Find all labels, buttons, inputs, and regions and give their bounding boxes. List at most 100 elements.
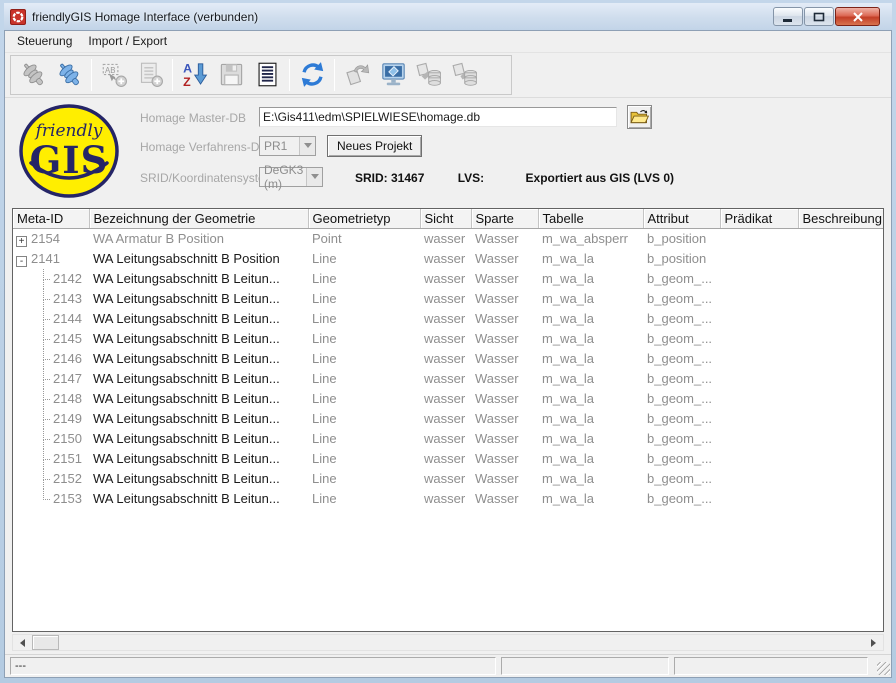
resize-grip[interactable] xyxy=(877,662,890,675)
col-tabelle[interactable]: Tabelle xyxy=(538,209,643,229)
cell-praedikat xyxy=(720,489,798,509)
table-row[interactable]: 2151WA Leitungsabschnitt B Leitun...Line… xyxy=(13,449,884,469)
col-beschreibung[interactable]: Beschreibung xyxy=(798,209,884,229)
cell-praedikat xyxy=(720,449,798,469)
table-row[interactable]: 2148WA Leitungsabschnitt B Leitun...Line… xyxy=(13,389,884,409)
toolbar-group: AB AZ xyxy=(10,55,512,95)
menu-steuerung[interactable]: Steuerung xyxy=(9,31,80,51)
table-row[interactable]: 2143WA Leitungsabschnitt B Leitun...Line… xyxy=(13,289,884,309)
maximize-button[interactable] xyxy=(804,7,834,26)
cell-sparte: Wasser xyxy=(471,429,538,449)
close-button[interactable] xyxy=(835,7,880,26)
status-panel-2 xyxy=(501,657,669,675)
connection-panel: friendly GIS Homage Master-DB Homage Ver… xyxy=(5,98,891,208)
table-row[interactable]: 2147WA Leitungsabschnitt B Leitun...Line… xyxy=(13,369,884,389)
neues-projekt-button[interactable]: Neues Projekt xyxy=(327,135,422,157)
new-list-icon xyxy=(137,61,164,88)
export-db-button[interactable] xyxy=(447,58,483,92)
cell-tabelle: m_wa_la xyxy=(538,309,643,329)
table-row[interactable]: 2153WA Leitungsabschnitt B Leitun...Line… xyxy=(13,489,884,509)
table-row[interactable]: 2152WA Leitungsabschnitt B Leitun...Line… xyxy=(13,469,884,489)
table-row[interactable]: 2145WA Leitungsabschnitt B Leitun...Line… xyxy=(13,329,884,349)
new-selection-button[interactable]: AB xyxy=(96,58,132,92)
collapse-icon[interactable]: - xyxy=(16,256,27,267)
protocol-button[interactable] xyxy=(249,58,285,92)
table-row[interactable]: -2141WA Leitungsabschnitt B PositionLine… xyxy=(13,249,884,269)
cell-beschreibung xyxy=(798,469,884,489)
verfahrens-db-select[interactable]: PR1 xyxy=(259,136,316,156)
browse-db-button[interactable] xyxy=(627,105,652,129)
menu-import-export[interactable]: Import / Export xyxy=(80,31,175,51)
table-row[interactable]: 2146WA Leitungsabschnitt B Leitun...Line… xyxy=(13,349,884,369)
cell-beschreibung xyxy=(798,349,884,369)
table-row[interactable]: 2149WA Leitungsabschnitt B Leitun...Line… xyxy=(13,409,884,429)
combo-dropdown-button[interactable] xyxy=(306,168,322,186)
master-db-input[interactable] xyxy=(259,107,617,127)
logo-text-gis: GIS xyxy=(30,138,109,182)
cell-sparte: Wasser xyxy=(471,489,538,509)
disconnect-button[interactable] xyxy=(15,58,51,92)
cell-geometrietyp: Line xyxy=(308,449,420,469)
sort-az-button[interactable]: AZ xyxy=(177,58,213,92)
app-icon xyxy=(10,9,26,25)
cell-praedikat xyxy=(720,389,798,409)
col-sparte[interactable]: Sparte xyxy=(471,209,538,229)
export-sheet-button[interactable] xyxy=(339,58,375,92)
meta-id-value: 2151 xyxy=(53,451,82,466)
table-row[interactable]: 2150WA Leitungsabschnitt B Leitun...Line… xyxy=(13,429,884,449)
minimize-button[interactable] xyxy=(773,7,803,26)
col-attribut[interactable]: Attribut xyxy=(643,209,720,229)
cell-praedikat xyxy=(720,269,798,289)
export-db-icon xyxy=(452,61,479,88)
cell-attribut: b_geom_... xyxy=(643,449,720,469)
col-meta-id[interactable]: Meta-ID xyxy=(13,209,89,229)
connect-button[interactable] xyxy=(51,58,87,92)
refresh-button[interactable] xyxy=(294,58,330,92)
table-row[interactable]: +2154WA Armatur B PositionPointwasserWas… xyxy=(13,229,884,249)
table-row[interactable]: 2144WA Leitungsabschnitt B Leitun...Line… xyxy=(13,309,884,329)
cell-meta-id: 2152 xyxy=(13,469,89,489)
cell-meta-id: 2153 xyxy=(13,489,89,509)
new-list-button[interactable] xyxy=(132,58,168,92)
save-icon xyxy=(218,61,245,88)
scroll-right-button[interactable] xyxy=(866,635,883,650)
col-bezeichnung[interactable]: Bezeichnung der Geometrie xyxy=(89,209,308,229)
cell-beschreibung xyxy=(798,409,884,429)
col-praedikat[interactable]: Prädikat xyxy=(720,209,798,229)
import-db-button[interactable] xyxy=(411,58,447,92)
screen-view-icon xyxy=(380,61,407,88)
table-row[interactable]: 2142WA Leitungsabschnitt B Leitun...Line… xyxy=(13,269,884,289)
cell-geometrietyp: Point xyxy=(308,229,420,249)
cell-tabelle: m_wa_la xyxy=(538,349,643,369)
col-sicht[interactable]: Sicht xyxy=(420,209,471,229)
maximize-icon xyxy=(813,12,825,22)
screen-view-button[interactable] xyxy=(375,58,411,92)
cell-bezeichnung: WA Leitungsabschnitt B Leitun... xyxy=(89,429,308,449)
title-bar: friendlyGIS Homage Interface (verbunden) xyxy=(4,3,892,30)
arrow-right-icon xyxy=(871,639,880,647)
geometry-table: Meta-ID Bezeichnung der Geometrie Geomet… xyxy=(13,209,884,509)
cell-meta-id: 2149 xyxy=(13,409,89,429)
table-header-row: Meta-ID Bezeichnung der Geometrie Geomet… xyxy=(13,209,884,229)
svg-text:A: A xyxy=(183,62,192,76)
cell-sicht: wasser xyxy=(420,309,471,329)
window-title: friendlyGIS Homage Interface (verbunden) xyxy=(32,10,773,24)
cell-sicht: wasser xyxy=(420,249,471,269)
cell-praedikat xyxy=(720,329,798,349)
scrollbar-thumb[interactable] xyxy=(32,635,59,650)
cell-bezeichnung: WA Armatur B Position xyxy=(89,229,308,249)
expand-icon[interactable]: + xyxy=(16,236,27,247)
status-panel-1: --- xyxy=(10,657,496,675)
srid-select[interactable]: DeGK3 (m) xyxy=(259,167,323,187)
cell-tabelle: m_wa_la xyxy=(538,469,643,489)
cell-meta-id: 2150 xyxy=(13,429,89,449)
save-button[interactable] xyxy=(213,58,249,92)
meta-id-value: 2141 xyxy=(31,251,60,266)
col-geometrietyp[interactable]: Geometrietyp xyxy=(308,209,420,229)
cell-sparte: Wasser xyxy=(471,389,538,409)
horizontal-scrollbar[interactable] xyxy=(12,634,884,651)
combo-dropdown-button[interactable] xyxy=(299,137,315,155)
protocol-icon xyxy=(254,61,281,88)
cell-attribut: b_geom_... xyxy=(643,389,720,409)
scroll-left-button[interactable] xyxy=(13,635,30,650)
